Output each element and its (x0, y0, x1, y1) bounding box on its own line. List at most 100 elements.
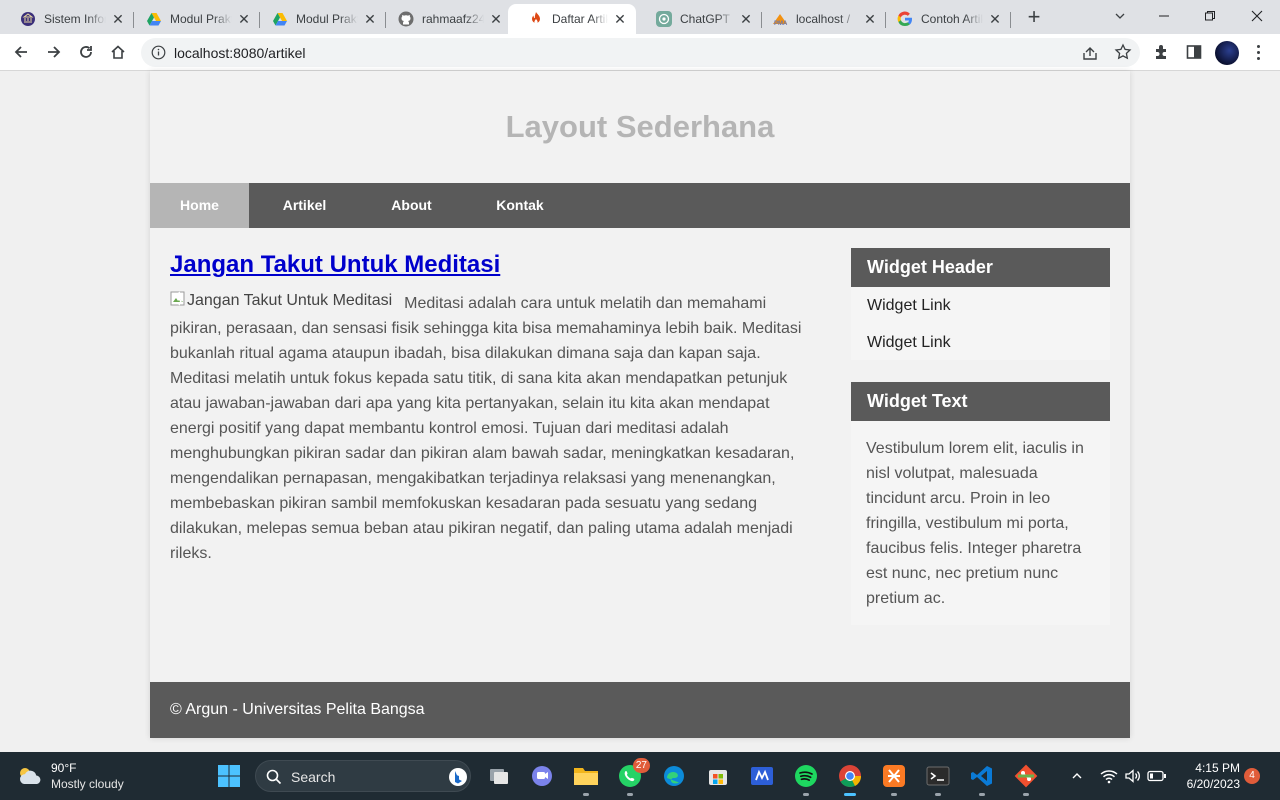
tab-phpmyadmin[interactable]: PMA localhost / ✕ (752, 4, 886, 34)
article-text: Meditasi adalah cara untuk melatih dan m… (170, 295, 802, 562)
broken-image-icon (170, 291, 186, 307)
url-text[interactable]: localhost:8080/artikel (174, 45, 306, 61)
whatsapp-badge: 27 (632, 758, 650, 773)
xampp-icon (883, 765, 905, 787)
info-icon[interactable] (151, 45, 166, 60)
side-panel-icon[interactable] (1184, 42, 1204, 62)
tab-title: Daftar Artikel (552, 12, 608, 26)
close-window-button[interactable] (1234, 0, 1280, 32)
widget-links: Widget Header Widget Link Widget Link (851, 248, 1110, 360)
main-nav: Home Artikel About Kontak (150, 183, 1130, 228)
tab-modul-praktikum-2[interactable]: Modul Praktikum ✕ (252, 4, 386, 34)
tab-title: Sistem Informasi (44, 12, 106, 26)
page-viewport: Layout Sederhana Home Artikel About Kont… (0, 71, 1280, 800)
back-button[interactable] (8, 39, 34, 65)
close-icon[interactable]: ✕ (612, 11, 628, 27)
volume-icon[interactable] (1122, 764, 1144, 788)
chatgpt-icon (656, 11, 672, 27)
tab-title: ChatGPT (680, 12, 731, 26)
tab-github[interactable]: rahmaafz24 ✕ (378, 4, 512, 34)
nav-home[interactable]: Home (150, 183, 249, 228)
widget-link[interactable]: Widget Link (851, 287, 1110, 324)
home-button[interactable] (105, 39, 131, 65)
wifi-icon[interactable] (1098, 764, 1120, 788)
edge-icon (664, 766, 684, 786)
article-image: Jangan Takut Untuk Meditasi (170, 291, 392, 311)
tab-title: localhost / (796, 12, 851, 26)
close-icon[interactable]: ✕ (110, 11, 126, 27)
article-title-link[interactable]: Jangan Takut Untuk Meditasi (170, 251, 500, 278)
spotify-app[interactable] (792, 762, 820, 796)
address-bar[interactable]: localhost:8080/artikel (141, 38, 1140, 67)
browser-menu-icon[interactable] (1250, 40, 1266, 64)
chevron-up-icon (1072, 773, 1082, 779)
weather-widget[interactable]: 90°F Mostly cloudy (16, 760, 156, 794)
app-m-icon (751, 767, 773, 785)
battery-icon[interactable] (1146, 764, 1168, 788)
site-header: Layout Sederhana (150, 71, 1130, 183)
clock[interactable]: 4:15 PM 6/20/2023 (1168, 760, 1240, 792)
close-icon[interactable]: ✕ (862, 11, 878, 27)
tab-daftar-artikel[interactable]: Daftar Artikel ✕ (508, 4, 636, 34)
share-icon[interactable] (1081, 44, 1099, 62)
home-icon (111, 45, 125, 59)
xampp-app[interactable] (880, 762, 908, 796)
restore-button[interactable] (1187, 0, 1233, 32)
app-m[interactable] (748, 762, 776, 790)
arrow-left-icon (14, 46, 27, 58)
show-hidden-icons-chevron[interactable] (1066, 764, 1088, 788)
nav-artikel[interactable]: Artikel (249, 183, 360, 228)
google-drive-icon (272, 11, 288, 27)
terminal-icon (926, 766, 950, 786)
widget-link[interactable]: Widget Link (851, 324, 1110, 361)
forward-button[interactable] (41, 39, 67, 65)
tab-search-chevron-icon[interactable] (1108, 6, 1132, 30)
new-tab-button[interactable]: + (1020, 4, 1048, 32)
clock-date: 6/20/2023 (1186, 777, 1240, 791)
page-container: Layout Sederhana Home Artikel About Kont… (150, 71, 1130, 738)
tab-contoh-artikel[interactable]: Contoh Artikel ✕ (877, 4, 1011, 34)
widget-header: Widget Header (851, 248, 1110, 287)
git-app[interactable] (1012, 762, 1040, 796)
chrome-app[interactable] (836, 762, 864, 796)
profile-avatar[interactable] (1215, 41, 1239, 65)
chat-icon (532, 766, 552, 786)
tab-sistem-informasi[interactable]: Sistem Informasi ✕ (0, 4, 134, 34)
reload-icon (80, 46, 92, 58)
weather-desc: Mostly cloudy (51, 777, 124, 791)
tab-modul-praktikum-1[interactable]: Modul Praktikum ✕ (126, 4, 260, 34)
vscode-app[interactable] (968, 762, 996, 796)
widget-link-list: Widget Link Widget Link (851, 287, 1110, 360)
bookmark-star-icon[interactable] (1114, 43, 1132, 61)
close-icon[interactable]: ✕ (362, 11, 378, 27)
close-icon[interactable]: ✕ (488, 11, 504, 27)
file-explorer-app[interactable] (572, 762, 600, 796)
close-icon[interactable]: ✕ (236, 11, 252, 27)
terminal-app[interactable] (924, 762, 952, 796)
sidebar: Widget Header Widget Link Widget Link Wi… (851, 248, 1110, 625)
store-icon (709, 770, 727, 785)
vscode-icon (971, 766, 992, 786)
whatsapp-app[interactable]: 27 (616, 758, 650, 796)
start-button[interactable] (215, 762, 243, 790)
widget-header: Widget Text (851, 382, 1110, 421)
teams-chat-app[interactable] (528, 762, 556, 790)
codeigniter-icon (528, 11, 544, 27)
tab-chatgpt[interactable]: ChatGPT ✕ (636, 4, 762, 34)
task-view-button[interactable] (485, 762, 513, 790)
article-image-alt: Jangan Takut Untuk Meditasi (187, 292, 393, 309)
microsoft-store-app[interactable] (704, 762, 732, 790)
taskbar-search[interactable]: Search (255, 760, 471, 792)
bing-icon (449, 768, 467, 786)
extensions-puzzle-icon[interactable] (1152, 42, 1172, 62)
university-icon (20, 11, 36, 27)
close-icon[interactable]: ✕ (987, 11, 1003, 27)
edge-app[interactable] (660, 762, 688, 790)
nav-kontak[interactable]: Kontak (463, 183, 577, 228)
nav-about[interactable]: About (360, 183, 463, 228)
notification-count-badge[interactable]: 4 (1244, 768, 1260, 784)
minimize-button[interactable] (1141, 0, 1187, 32)
widget-text: Widget Text Vestibulum lorem elit, iacul… (851, 382, 1110, 625)
reload-button[interactable] (73, 39, 99, 65)
clock-time: 4:15 PM (1195, 761, 1240, 775)
